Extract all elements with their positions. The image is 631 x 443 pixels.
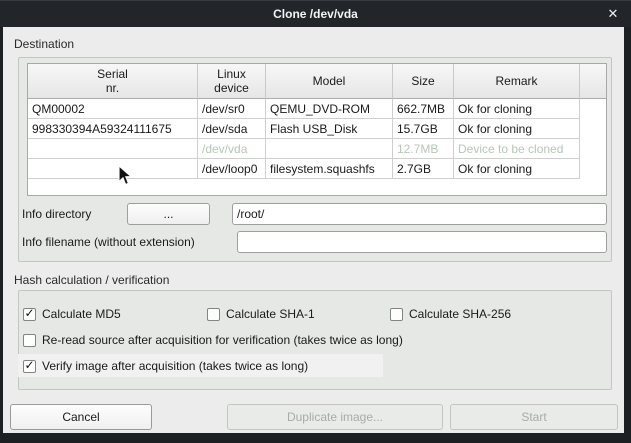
- cell-size[interactable]: 15.7GB: [393, 119, 454, 139]
- checkmark-icon: ✓: [24, 307, 34, 320]
- cell-filler: [580, 119, 606, 139]
- titlebar: Clone /dev/vda ✕: [0, 0, 631, 27]
- info-filename-input[interactable]: [237, 231, 607, 253]
- duplicate-image-button[interactable]: Duplicate image...: [227, 404, 443, 430]
- cancel-button[interactable]: Cancel: [10, 404, 152, 430]
- cell-model[interactable]: QEMU_DVD-ROM: [266, 99, 393, 119]
- cell-model[interactable]: [266, 139, 393, 159]
- cell-serial[interactable]: QM00002: [28, 99, 198, 119]
- cell-model[interactable]: filesystem.squashfs: [266, 159, 393, 179]
- reread-checkbox-label: Re-read source after acquisition for ver…: [42, 333, 403, 347]
- table-empty-area: [28, 179, 606, 195]
- checkbox-reread-source[interactable]: Re-read source after acquisition for ver…: [23, 333, 403, 347]
- clone-dialog-window: Clone /dev/vda ✕ Destination Serial nr. …: [0, 0, 631, 443]
- info-directory-label: Info directory: [22, 203, 91, 225]
- column-header-size[interactable]: Size: [393, 64, 454, 99]
- start-button[interactable]: Start: [450, 404, 618, 430]
- cell-size[interactable]: 12.7MB: [393, 139, 454, 159]
- verify-checkbox-label: Verify image after acquisition (takes tw…: [42, 359, 308, 373]
- cell-device[interactable]: /dev/sr0: [198, 99, 266, 119]
- cell-remark[interactable]: Ok for cloning: [454, 159, 580, 179]
- cell-remark[interactable]: Ok for cloning: [454, 99, 580, 119]
- cell-remark[interactable]: Ok for cloning: [454, 119, 580, 139]
- close-icon[interactable]: ✕: [605, 6, 621, 22]
- sha256-checkbox-box[interactable]: [390, 308, 403, 321]
- sha256-checkbox-label: Calculate SHA-256: [409, 307, 511, 321]
- cell-filler: [580, 99, 606, 119]
- cell-serial[interactable]: 998330394A59324111675: [28, 119, 198, 139]
- hash-section-label: Hash calculation / verification: [14, 273, 169, 287]
- browse-directory-button[interactable]: ...: [127, 203, 210, 225]
- column-header-remark[interactable]: Remark: [454, 64, 580, 99]
- checkbox-calculate-md5[interactable]: ✓ Calculate MD5: [23, 307, 121, 321]
- window-title: Clone /dev/vda: [0, 7, 631, 21]
- info-directory-input[interactable]: [232, 203, 607, 225]
- destination-table: Serial nr. Linux device Model Size Remar…: [27, 63, 607, 196]
- cell-device[interactable]: /dev/sda: [198, 119, 266, 139]
- cell-remark[interactable]: Device to be cloned: [454, 139, 580, 159]
- dialog-content: Destination Serial nr. Linux device Mode…: [3, 27, 624, 433]
- cell-device[interactable]: /dev/loop0: [198, 159, 266, 179]
- md5-checkbox-label: Calculate MD5: [42, 307, 121, 321]
- verify-checkbox-box[interactable]: ✓: [23, 360, 36, 373]
- cell-filler: [580, 159, 606, 179]
- cell-size[interactable]: 662.7MB: [393, 99, 454, 119]
- cell-filler: [580, 139, 606, 159]
- column-header-filler: [580, 64, 606, 99]
- cell-device[interactable]: /dev/vda: [198, 139, 266, 159]
- sha1-checkbox-box[interactable]: [207, 308, 220, 321]
- column-header-model[interactable]: Model: [266, 64, 393, 99]
- cell-model[interactable]: Flash USB_Disk: [266, 119, 393, 139]
- mouse-cursor-icon: [118, 165, 132, 187]
- sha1-checkbox-label: Calculate SHA-1: [226, 307, 315, 321]
- cell-serial[interactable]: [28, 159, 198, 179]
- info-filename-label: Info filename (without extension): [22, 231, 195, 253]
- reread-checkbox-box[interactable]: [23, 334, 36, 347]
- checkmark-icon: ✓: [24, 359, 34, 372]
- cell-size[interactable]: 2.7GB: [393, 159, 454, 179]
- md5-checkbox-box[interactable]: ✓: [23, 308, 36, 321]
- destination-section-label: Destination: [14, 37, 74, 51]
- column-header-linux-device[interactable]: Linux device: [198, 64, 266, 99]
- column-header-serial[interactable]: Serial nr.: [28, 64, 198, 99]
- checkbox-verify-image[interactable]: ✓ Verify image after acquisition (takes …: [23, 359, 308, 373]
- checkbox-calculate-sha1[interactable]: Calculate SHA-1: [207, 307, 315, 321]
- checkbox-calculate-sha256[interactable]: Calculate SHA-256: [390, 307, 511, 321]
- cell-serial[interactable]: [28, 139, 198, 159]
